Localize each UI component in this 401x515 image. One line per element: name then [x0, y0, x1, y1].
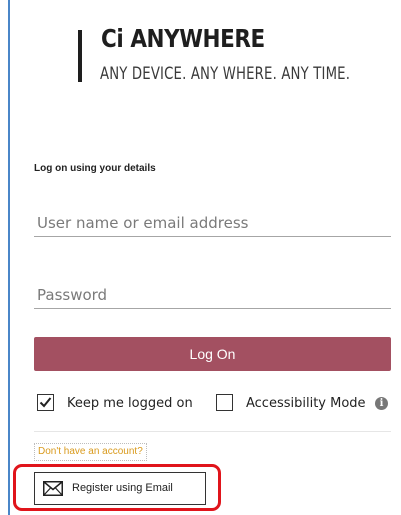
password-input[interactable] [34, 281, 391, 309]
brand-title: Ci ANYWHERE [101, 24, 265, 53]
logon-button[interactable]: Log On [34, 337, 391, 371]
form-heading: Log on using your details [34, 163, 156, 174]
brand-tagline: ANY DEVICE. ANY WHERE. ANY TIME. [100, 64, 351, 84]
register-email-button[interactable]: Register using Email [34, 472, 206, 505]
accessibility-mode-checkbox[interactable] [216, 394, 233, 411]
divider [34, 431, 391, 432]
keep-logged-on-label: Keep me logged on [67, 396, 193, 411]
register-email-label: Register using Email [72, 482, 173, 494]
checkmark-icon [39, 397, 52, 408]
accessibility-mode-label: Accessibility Mode [246, 396, 366, 411]
keep-logged-on-checkbox[interactable] [37, 394, 54, 411]
logo-bar [78, 30, 82, 82]
info-icon[interactable]: i [375, 397, 388, 410]
envelope-icon [43, 481, 63, 496]
no-account-link[interactable]: Don't have an account? [34, 443, 147, 461]
username-input[interactable] [34, 209, 391, 237]
